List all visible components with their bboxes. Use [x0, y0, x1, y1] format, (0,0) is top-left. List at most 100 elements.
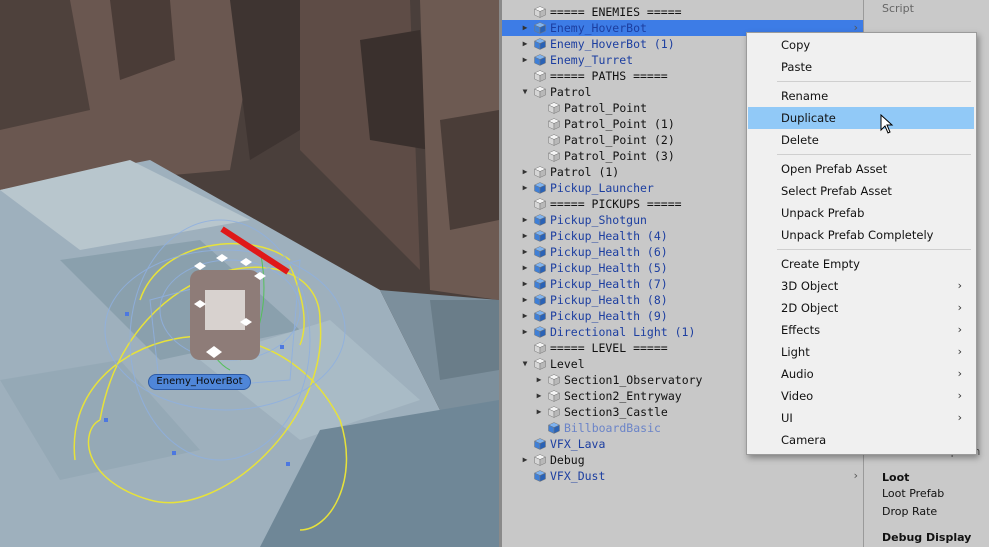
menu-item-delete[interactable]: Delete	[748, 129, 974, 151]
menu-item-audio[interactable]: Audio ›	[748, 363, 974, 385]
menu-item-camera[interactable]: Camera	[748, 429, 974, 451]
expand-arrow-right-icon[interactable]: ▶	[520, 452, 530, 468]
hierarchy-row-label: Pickup_Health (8)	[550, 293, 668, 307]
expand-arrow-right-icon[interactable]: ▶	[520, 164, 530, 180]
submenu-arrow-icon: ›	[957, 279, 962, 292]
expand-arrow-right-icon[interactable]: ▶	[520, 20, 530, 36]
hierarchy-row[interactable]: VFX_Dust ›	[502, 468, 863, 484]
hierarchy-row-label: Level	[550, 357, 585, 371]
expand-arrow-right-icon[interactable]: ▶	[520, 180, 530, 196]
debug-display-header: Debug Display	[882, 531, 972, 544]
menu-item-unpack-prefab[interactable]: Unpack Prefab	[748, 202, 974, 224]
menu-item-label: 2D Object	[781, 301, 839, 315]
gameobject-cube-icon	[534, 454, 546, 466]
prefab-cube-icon	[534, 214, 546, 226]
chevron-right-icon[interactable]: ›	[852, 468, 859, 484]
expand-arrow-right-icon[interactable]: ▶	[520, 228, 530, 244]
menu-item-create-empty[interactable]: Create Empty	[748, 253, 974, 275]
scene-view[interactable]: Enemy_HoverBot	[0, 0, 499, 547]
expand-arrow-right-icon[interactable]: ▶	[520, 292, 530, 308]
context-menu[interactable]: Copy Paste Rename Duplicate Delete Open Prefa…	[746, 32, 977, 455]
expand-arrow-right-icon[interactable]: ▶	[520, 276, 530, 292]
expand-arrow-right-icon[interactable]: ▶	[520, 244, 530, 260]
gameobject-cube-icon	[548, 150, 560, 162]
hierarchy-row-label: Enemy_HoverBot	[550, 21, 647, 35]
expand-arrow-down-icon[interactable]: ▼	[520, 356, 530, 372]
menu-item-label: Rename	[781, 89, 829, 103]
prefab-cube-icon	[534, 38, 546, 50]
hierarchy-row-label: Debug	[550, 453, 585, 467]
menu-item-ui[interactable]: UI ›	[748, 407, 974, 429]
expand-arrow-right-icon[interactable]: ▶	[520, 308, 530, 324]
hierarchy-row-label: ===== ENEMIES =====	[550, 5, 682, 19]
menu-item-label: 3D Object	[781, 279, 839, 293]
menu-item-label: Effects	[781, 323, 821, 337]
hierarchy-row-label: Pickup_Health (4)	[550, 229, 668, 243]
menu-item-light[interactable]: Light ›	[748, 341, 974, 363]
prefab-cube-icon	[534, 230, 546, 242]
menu-separator	[777, 81, 971, 82]
hierarchy-row-label: BillboardBasic	[564, 421, 661, 435]
expand-arrow-right-icon[interactable]: ▶	[534, 372, 544, 388]
hierarchy-row[interactable]: ===== ENEMIES =====	[502, 4, 863, 20]
prefab-cube-icon	[534, 246, 546, 258]
hierarchy-row-label: Patrol (1)	[550, 165, 620, 179]
gameobject-cube-icon	[534, 358, 546, 370]
hierarchy-row-label: Pickup_Health (9)	[550, 309, 668, 323]
expand-arrow-right-icon[interactable]: ▶	[520, 52, 530, 68]
prefab-cube-icon	[534, 310, 546, 322]
drop-rate-label: Drop Rate	[882, 505, 938, 518]
menu-item-paste[interactable]: Paste	[748, 56, 974, 78]
menu-item-label: Camera	[781, 433, 827, 447]
menu-item-unpack-prefab-completely[interactable]: Unpack Prefab Completely	[748, 224, 974, 246]
expand-arrow-right-icon[interactable]: ▶	[520, 260, 530, 276]
menu-item-copy[interactable]: Copy	[748, 34, 974, 56]
hierarchy-row-label: Patrol_Point (1)	[564, 117, 675, 131]
expand-arrow-right-icon[interactable]: ▶	[534, 388, 544, 404]
menu-item-2d-object[interactable]: 2D Object ›	[748, 297, 974, 319]
menu-item-label: Delete	[781, 133, 819, 147]
hierarchy-row-label: Enemy_HoverBot (1)	[550, 37, 675, 51]
menu-item-select-prefab-asset[interactable]: Select Prefab Asset	[748, 180, 974, 202]
gameobject-cube-icon	[548, 134, 560, 146]
expand-arrow-right-icon[interactable]: ▶	[520, 212, 530, 228]
gameobject-cube-icon	[534, 86, 546, 98]
prefab-cube-icon	[534, 470, 546, 482]
menu-item-label: Create Empty	[781, 257, 860, 271]
expand-arrow-down-icon[interactable]: ▼	[520, 84, 530, 100]
hierarchy-row-label: Section3_Castle	[564, 405, 668, 419]
menu-item-label: Unpack Prefab	[781, 206, 865, 220]
menu-item-label: Audio	[781, 367, 814, 381]
menu-item-3d-object[interactable]: 3D Object ›	[748, 275, 974, 297]
bot-name-label[interactable]: Enemy_HoverBot	[148, 374, 251, 390]
prefab-cube-icon	[534, 54, 546, 66]
menu-item-label: Paste	[781, 60, 813, 74]
hierarchy-row-label: VFX_Lava	[550, 437, 606, 451]
hierarchy-row-label: Section1_Observatory	[564, 373, 703, 387]
hierarchy-row-label: Patrol_Point (3)	[564, 149, 675, 163]
gameobject-cube-icon	[548, 374, 560, 386]
expand-arrow-right-icon[interactable]: ▶	[520, 36, 530, 52]
gameobject-cube-icon	[534, 6, 546, 18]
scene-geometry	[0, 0, 499, 547]
expand-arrow-right-icon[interactable]: ▶	[520, 324, 530, 340]
menu-item-open-prefab-asset[interactable]: Open Prefab Asset	[748, 158, 974, 180]
menu-item-rename[interactable]: Rename	[748, 85, 974, 107]
hierarchy-row-label: ===== LEVEL =====	[550, 341, 668, 355]
expand-arrow-right-icon[interactable]: ▶	[534, 404, 544, 420]
hierarchy-row-label: Pickup_Launcher	[550, 181, 654, 195]
hierarchy-row-label: ===== PICKUPS =====	[550, 197, 682, 211]
menu-item-effects[interactable]: Effects ›	[748, 319, 974, 341]
gameobject-cube-icon	[534, 166, 546, 178]
submenu-arrow-icon: ›	[957, 411, 962, 424]
prefab-cube-icon	[534, 262, 546, 274]
menu-item-video[interactable]: Video ›	[748, 385, 974, 407]
prefab-cube-icon	[534, 326, 546, 338]
hierarchy-row-label: Pickup_Health (6)	[550, 245, 668, 259]
menu-item-duplicate[interactable]: Duplicate	[748, 107, 974, 129]
menu-item-label: Select Prefab Asset	[781, 184, 892, 198]
hierarchy-row-label: Patrol_Point (2)	[564, 133, 675, 147]
hierarchy-row-label: ===== PATHS =====	[550, 69, 668, 83]
prefab-cube-icon	[534, 278, 546, 290]
menu-item-label: Unpack Prefab Completely	[781, 228, 934, 242]
